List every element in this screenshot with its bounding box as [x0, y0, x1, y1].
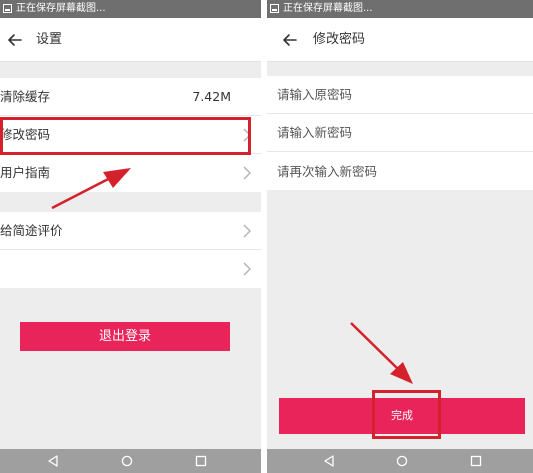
chevron-right-icon [242, 262, 252, 276]
navigation-bar [267, 449, 533, 473]
change-password-screen: 正在保存屏幕截图... 修改密码 完成 [267, 0, 533, 473]
app-bar: 设置 [0, 18, 261, 62]
confirm-password-field-row [267, 152, 533, 190]
about-row[interactable] [0, 250, 261, 288]
user-guide-row[interactable]: 用户指南 [0, 154, 261, 192]
nav-recent-apps-icon[interactable] [195, 455, 207, 467]
status-text: 正在保存屏幕截图... [283, 3, 373, 14]
nav-recent-apps-icon[interactable] [470, 455, 482, 467]
nav-home-icon[interactable] [396, 455, 408, 467]
old-password-field-row [267, 76, 533, 114]
back-arrow-icon[interactable] [4, 29, 26, 51]
settings-group-2: 给简途评价 [0, 212, 261, 288]
page-title: 修改密码 [313, 32, 366, 47]
password-form [267, 76, 533, 190]
rate-app-label: 给简途评价 [0, 223, 63, 238]
new-password-field-row [267, 114, 533, 152]
logout-button[interactable]: 退出登录 [20, 322, 230, 351]
rate-app-row[interactable]: 给简途评价 [0, 212, 261, 250]
cache-size-value: 7.42M [192, 89, 231, 104]
user-guide-label: 用户指南 [0, 165, 51, 180]
settings-group-1: 清除缓存 7.42M 修改密码 用户指南 [0, 78, 261, 192]
change-password-label: 修改密码 [0, 127, 51, 142]
app-bar: 修改密码 [267, 18, 533, 62]
back-arrow-icon[interactable] [279, 29, 301, 51]
clear-cache-label: 清除缓存 [0, 89, 51, 104]
screenshot-icon [270, 4, 279, 13]
done-button[interactable]: 完成 [279, 398, 525, 434]
nav-back-icon[interactable] [323, 455, 335, 467]
new-password-input[interactable] [267, 114, 533, 151]
nav-home-icon[interactable] [121, 455, 133, 467]
nav-back-icon[interactable] [47, 455, 59, 467]
chevron-right-icon [242, 224, 252, 238]
page-title: 设置 [36, 32, 63, 47]
chevron-right-icon [242, 128, 252, 142]
old-password-input[interactable] [267, 76, 533, 113]
screenshot-icon [3, 4, 12, 13]
change-password-row[interactable]: 修改密码 [0, 116, 261, 154]
chevron-right-icon [242, 166, 252, 180]
clear-cache-row[interactable]: 清除缓存 7.42M [0, 78, 261, 116]
status-bar: 正在保存屏幕截图... [267, 0, 533, 18]
status-text: 正在保存屏幕截图... [16, 3, 106, 14]
settings-screen: 正在保存屏幕截图... 设置 清除缓存 7.42M 修改密码 用户指南 给简途评… [0, 0, 261, 473]
confirm-password-input[interactable] [267, 152, 533, 190]
status-bar: 正在保存屏幕截图... [0, 0, 261, 18]
navigation-bar [0, 449, 261, 473]
